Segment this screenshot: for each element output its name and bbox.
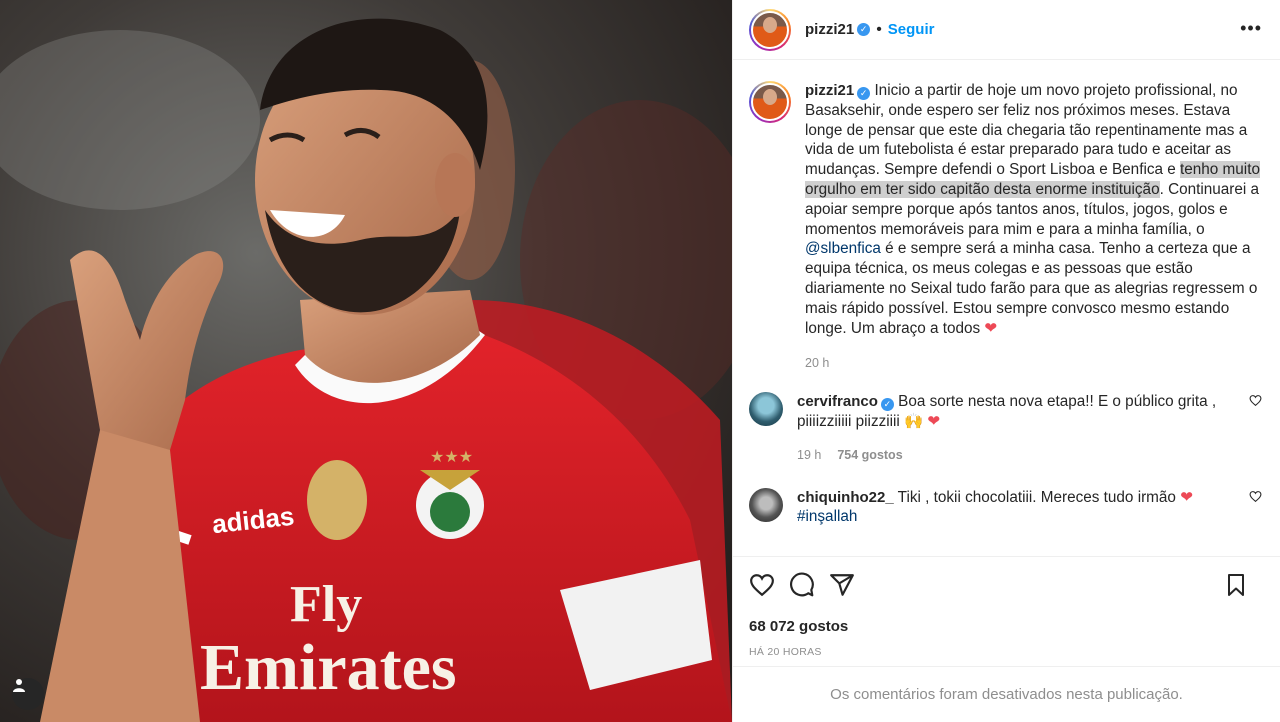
comment-icon[interactable] [789,572,815,598]
player-illustration: ★★★ [0,0,732,722]
comment-likes[interactable]: 754 gostos [837,448,902,462]
comment-username[interactable]: cervifranco [797,393,878,410]
comments-disabled-notice: Os comentários foram desativados nesta p… [733,666,1280,722]
likes-count[interactable]: 68 072 gostos [749,618,1264,635]
verified-icon: ✓ [857,23,871,36]
post-username[interactable]: pizzi21 [805,21,854,38]
post-side-panel: pizzi21 ✓ • Seguir ••• pizzi21 ✓ Inicio a… [732,0,1280,722]
like-comment-icon[interactable] [1249,490,1262,503]
mention-link[interactable]: @slbenfica [805,240,881,257]
comment-text: Tiki , tokii chocolatiii. Mereces tudo i… [897,488,1176,506]
like-icon[interactable] [749,572,775,598]
jersey-sponsor-emirates: Emirates [200,631,457,704]
post-photo[interactable]: ★★★ adidas Fly Emirates [0,0,732,722]
avatar[interactable] [749,8,791,51]
heart-emoji: ❤ [984,319,998,337]
more-options-icon[interactable]: ••• [1240,18,1262,39]
user-tag-icon [13,679,25,692]
comment: cervifranco ✓ Boa sorte nesta nova etapa!… [749,392,1264,465]
caption-time[interactable]: 20 h [805,356,829,370]
caption-text: pizzi21 ✓ Inicio a partir de hoje um novo… [805,81,1264,338]
verified-icon: ✓ [880,398,894,412]
comment-time[interactable]: 19 h [797,448,821,462]
avatar[interactable] [749,81,791,123]
verified-icon: ✓ [857,87,871,100]
heart-emoji: ❤ [927,412,941,430]
avatar[interactable] [749,392,783,427]
caption: pizzi21 ✓ Inicio a partir de hoje um novo… [749,81,1264,374]
post-actions: 68 072 gostos HÁ 20 HORAS [733,556,1280,666]
jersey-sponsor-fly: Fly [290,576,363,633]
save-icon[interactable] [1224,573,1248,597]
caption-username[interactable]: pizzi21 [805,82,854,99]
post-header: pizzi21 ✓ • Seguir ••• [733,0,1280,60]
comment: chiquinho22_ Tiki , tokii chocolatiii. M… [749,487,1264,528]
share-icon[interactable] [829,572,855,598]
comments-area[interactable]: pizzi21 ✓ Inicio a partir de hoje um novo… [733,61,1280,555]
separator-dot: • [876,20,882,38]
avatar[interactable] [749,487,783,522]
hashtag-link[interactable]: #inşallah [797,508,857,525]
like-comment-icon[interactable] [1249,394,1262,407]
comment-username[interactable]: chiquinho22_ [797,489,894,506]
heart-emoji: ❤ [1180,488,1194,506]
posted-time[interactable]: HÁ 20 HORAS [749,646,1264,658]
svg-text:★★★: ★★★ [430,447,473,466]
user-tag-button[interactable] [12,678,44,710]
follow-button[interactable]: Seguir [888,21,935,38]
